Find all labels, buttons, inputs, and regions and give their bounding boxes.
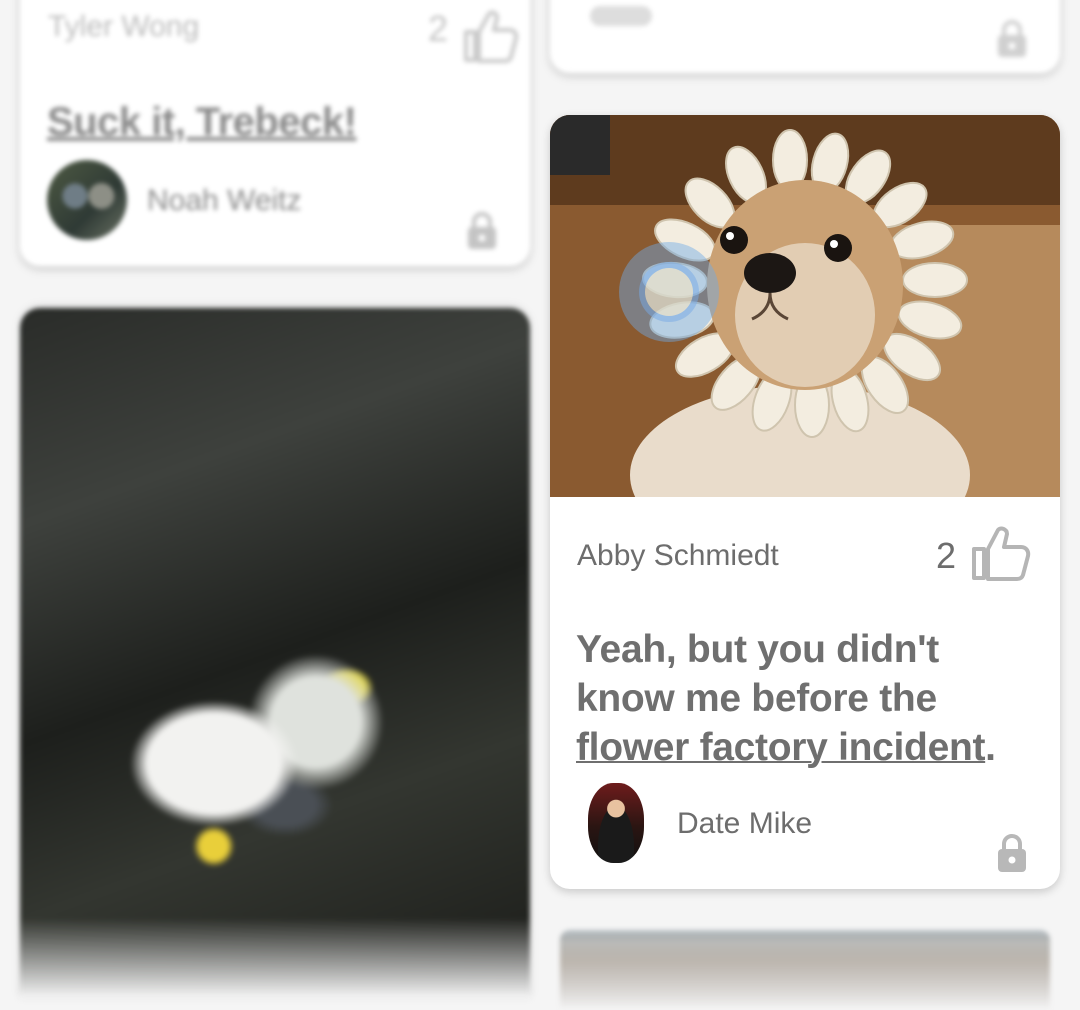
placeholder-bar xyxy=(590,6,652,26)
poster-name[interactable]: Date Mike xyxy=(677,807,812,841)
touch-indicator xyxy=(619,242,719,342)
lock-icon xyxy=(996,20,1028,63)
lock-icon xyxy=(466,212,498,255)
card-trebeck[interactable]: Tyler Wong 2 Suck it, Trebeck! Noah Weit… xyxy=(20,0,530,266)
fade-overlay xyxy=(20,918,530,998)
like-count: 2 xyxy=(428,8,449,49)
thumbs-up-icon[interactable] xyxy=(460,10,520,69)
card-partial-top[interactable] xyxy=(550,0,1060,73)
post-image[interactable] xyxy=(20,308,530,998)
avatar[interactable] xyxy=(47,160,127,240)
card-trash-photo[interactable] xyxy=(20,308,530,998)
card-flower-dog[interactable]: Abby Schmiedt 2 Yeah, but you didn't kno… xyxy=(550,115,1060,889)
lock-icon xyxy=(996,833,1028,878)
like-count: 2 xyxy=(936,535,957,576)
card-quote: Yeah, but you didn't know me before the … xyxy=(576,625,1046,772)
avatar[interactable] xyxy=(588,783,644,863)
fade-overlay xyxy=(560,940,1050,1010)
card-partial-bottom[interactable] xyxy=(560,930,1050,1010)
card-author: Tyler Wong xyxy=(48,10,200,43)
card-author: Abby Schmiedt xyxy=(577,539,779,572)
thumbs-up-icon[interactable] xyxy=(970,525,1032,586)
quote-text: Yeah, but you didn't know me before the xyxy=(576,628,939,720)
quote-suffix: . xyxy=(985,726,996,769)
quote-link[interactable]: flower factory incident xyxy=(576,726,985,769)
card-title[interactable]: Suck it, Trebeck! xyxy=(47,100,357,145)
poster-name[interactable]: Noah Weitz xyxy=(147,184,302,218)
